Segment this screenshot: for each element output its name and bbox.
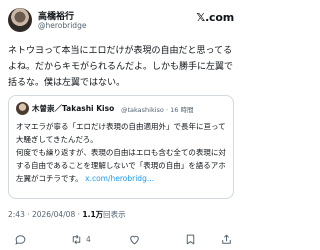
bookmark-button[interactable] xyxy=(184,231,200,247)
quoted-text: オマエラが寧る「エロだけ表現の自由適用外」で長年に亘って大騒ぎしてきたんだろ。 … xyxy=(16,120,230,185)
reply-button[interactable] xyxy=(14,231,30,247)
author-handle[interactable]: @herobridge xyxy=(38,21,86,30)
share-button[interactable] xyxy=(220,231,233,247)
quoted-author-name: 木曽崇／Takashi Kiso xyxy=(32,104,115,113)
view-label: 回表示 xyxy=(103,210,126,219)
timestamp[interactable]: 2:43 · 2026/04/08 · xyxy=(8,210,82,219)
quoted-link[interactable]: x.com/herobridg... xyxy=(85,174,154,183)
avatar[interactable] xyxy=(8,8,32,32)
reply-icon xyxy=(15,234,26,245)
retweet-button[interactable]: 4 xyxy=(70,231,91,247)
heart-icon xyxy=(130,235,139,244)
x-logo: 𝕏.com xyxy=(196,11,234,24)
action-bar: 4 xyxy=(8,231,234,247)
retweet-icon xyxy=(72,234,81,244)
tweet-meta: 2:43 · 2026/04/08 · 1.1万回表示 xyxy=(8,209,126,220)
tweet-text: ネトウヨって本当にエロだけが表現の自由だと思ってるよね。だからキモがられるんだよ… xyxy=(8,46,234,88)
view-count: 1.1万 xyxy=(82,210,104,219)
like-button[interactable] xyxy=(128,231,144,247)
quoted-author-handle: @takashikiso · 16 時間 xyxy=(121,106,194,114)
tweet-header: 高橋裕行 @herobridge 𝕏.com xyxy=(8,8,234,34)
bookmark-icon xyxy=(186,234,195,244)
share-icon xyxy=(222,234,231,244)
retweet-count: 4 xyxy=(86,234,91,244)
quoted-tweet[interactable]: 木曽崇／Takashi Kiso @takashikiso · 16 時間 オマ… xyxy=(8,95,234,199)
quoted-avatar xyxy=(16,102,29,115)
